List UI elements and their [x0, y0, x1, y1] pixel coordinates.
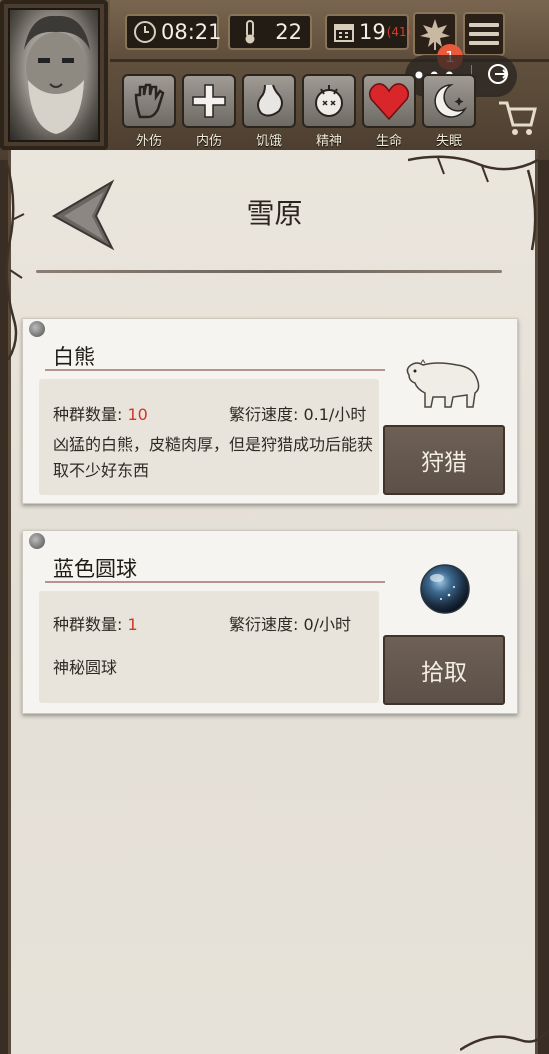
temperature-value: 22 [275, 20, 302, 44]
day-display: 19 (41) [325, 14, 412, 50]
page-title: 雪原 [246, 197, 303, 230]
shop-cart-button[interactable] [488, 82, 548, 154]
menu-line [469, 41, 499, 45]
status-health[interactable]: 生命 [360, 74, 418, 154]
pin-icon [29, 533, 45, 549]
thermometer-icon [236, 18, 264, 46]
breed-speed: 繁衍速度: 0/小时 [229, 615, 352, 634]
creature-description: 神秘圆球 [53, 658, 118, 677]
cart-icon [499, 101, 537, 135]
day-value: 19 [359, 20, 386, 44]
population-label: 种群数量: [53, 615, 128, 634]
creature-name: 白熊 [53, 345, 95, 369]
status-label: 内伤 [195, 134, 222, 149]
population-row: 种群数量: 1 [53, 611, 138, 635]
population-value: 10 [127, 405, 148, 424]
status-bar-row: 外伤 内伤 饥饿 精神 生命 失眠 [120, 74, 478, 154]
character-portrait[interactable] [0, 0, 108, 150]
population-row: 种群数量: 10 [53, 401, 148, 425]
menu-button[interactable] [463, 12, 505, 56]
blue-orb-icon [419, 563, 471, 619]
name-underline [45, 369, 385, 371]
menu-line [469, 32, 499, 36]
status-insomnia[interactable]: 失眠 [420, 74, 478, 154]
creature-card: 白熊 种群数量: 10 繁衍速度: 0.1/小时 凶猛的白熊，皮糙肉厚，但是狩猎… [22, 318, 518, 504]
stomach-icon [242, 74, 296, 128]
population-value: 1 [127, 615, 138, 634]
moon-icon [422, 74, 476, 128]
creature-card: 蓝色圆球 种群数量: 1 繁衍速度: 0/小时 神秘圆球 拾取 [22, 530, 518, 714]
head-icon [302, 74, 356, 128]
time-value: 08:21 [161, 20, 222, 44]
day-sub-value: (41) [386, 25, 412, 39]
bearded-man-icon [24, 15, 90, 134]
polar-bear-icon [403, 353, 483, 413]
pickup-button[interactable]: 拾取 [383, 635, 505, 705]
cross-icon [182, 74, 236, 128]
status-hunger[interactable]: 饥饿 [240, 74, 298, 154]
status-label: 外伤 [135, 134, 162, 149]
clock-icon [133, 18, 157, 46]
calendar-icon [333, 18, 355, 46]
hunt-button[interactable]: 狩猎 [383, 425, 505, 495]
title-divider [36, 270, 502, 273]
creature-description: 凶猛的白熊，皮糙肉厚，但是狩猎成功后能获取不少好东西 [53, 435, 374, 480]
name-underline [45, 581, 385, 583]
creature-name: 蓝色圆球 [53, 557, 137, 581]
pin-icon [29, 321, 45, 337]
status-label: 失眠 [435, 134, 462, 149]
population-label: 种群数量: [53, 405, 128, 424]
status-label: 饥饿 [255, 134, 282, 149]
status-label: 生命 [375, 134, 402, 149]
heart-icon [362, 74, 416, 128]
vine-decoration-bottom [460, 1029, 549, 1052]
breed-speed: 繁衍速度: 0.1/小时 [229, 405, 367, 424]
clock-display: 08:21 [125, 14, 222, 50]
menu-line [469, 23, 499, 27]
status-label: 精神 [315, 134, 342, 149]
status-internal-injury[interactable]: 内伤 [180, 74, 238, 154]
portrait-image [8, 8, 100, 142]
status-mental[interactable]: 精神 [300, 74, 358, 154]
status-external-injury[interactable]: 外伤 [120, 74, 178, 154]
temperature-display: 22 [228, 14, 312, 50]
creature-info-panel [39, 591, 379, 703]
hand-icon [122, 74, 176, 128]
